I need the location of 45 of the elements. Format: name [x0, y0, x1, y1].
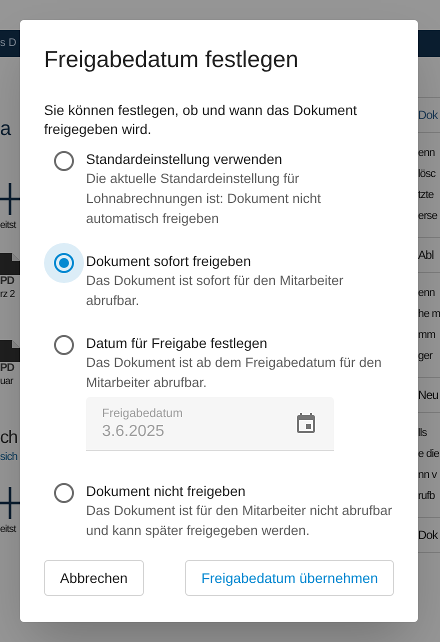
text-line: e die — [418, 447, 440, 462]
option-label: Dokument nicht freigeben — [86, 482, 247, 501]
text-line: ger — [418, 349, 434, 364]
file-type-label: PD — [0, 275, 16, 288]
dialog-title: Freigabedatum festlegen — [44, 45, 300, 74]
calendar-icon[interactable] — [294, 412, 318, 436]
caption: eitst — [0, 523, 18, 537]
header-text: s D — [0, 36, 16, 52]
option-label: Standardeinstellung verwenden — [86, 150, 284, 169]
file-type-label: PD — [0, 362, 16, 375]
link[interactable]: Dok — [418, 106, 440, 124]
text-line: lls — [418, 426, 428, 441]
text-line: mm — [418, 328, 436, 343]
plus-icon — [0, 183, 20, 215]
option-description: Das Dokument ist sofort für den Mitarbeiter abrufbar. — [86, 272, 344, 310]
text-line: lösc — [418, 167, 436, 182]
section-heading: ch — [0, 426, 18, 449]
option-description: Das Dokument ist ab dem Freigabedatum für den Mitarbeiter abrufbar. — [86, 354, 383, 392]
option-description: Das Dokument ist für den Mitarbeiter nicht abrufbar und kann später freigegeben werden. — [86, 502, 394, 540]
caption: uar — [0, 375, 14, 389]
intro-text: Sie können festlegen, ob und wann das Dokument freigegeben wird. — [44, 101, 358, 139]
row-title: Abl — [418, 247, 435, 264]
section-heading: a — [0, 117, 12, 142]
text-line: enn — [418, 286, 436, 301]
field-value: 3.6.2025 — [102, 422, 166, 442]
text-line: nn v — [418, 468, 438, 483]
option-label: Datum für Freigabe festlegen — [86, 334, 268, 353]
radio-button[interactable] — [44, 243, 84, 283]
confirm-button[interactable]: Freigabedatum übernehmen — [185, 560, 394, 596]
cancel-button[interactable]: Abbrechen — [44, 560, 144, 596]
header-bar — [418, 30, 440, 57]
text-line: he m — [418, 307, 440, 322]
row-title: Dok — [418, 527, 439, 544]
text-line: erse — [418, 209, 438, 224]
option-label: Dokument sofort freigeben — [86, 252, 252, 271]
text-line: enn — [418, 146, 436, 161]
text-line: rufb — [418, 489, 436, 504]
caption: eitst — [0, 219, 18, 233]
row-title: Neu — [418, 387, 440, 404]
text-line: tzte — [418, 188, 435, 203]
link[interactable]: sich — [0, 449, 20, 465]
field-label: Freigabedatum — [102, 404, 183, 420]
option-description: Die aktuelle Standardeinstellung für Lohnabrechnungen ist: Dokument nicht automatisch freigeben — [86, 170, 322, 228]
plus-icon — [0, 487, 20, 519]
caption: rz 2 — [0, 288, 16, 302]
